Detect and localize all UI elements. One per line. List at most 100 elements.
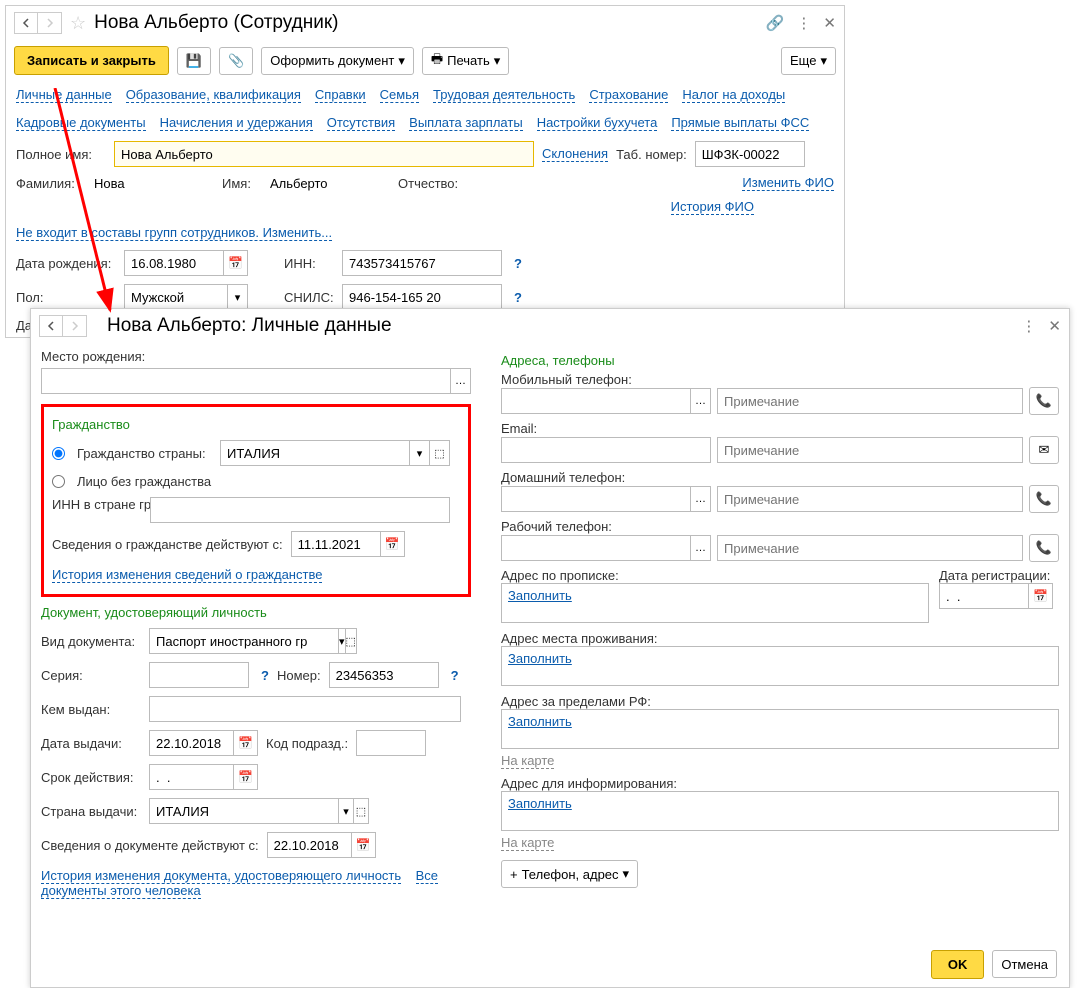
calendar-icon[interactable]: 📅 [352,832,376,858]
inn-foreign-input[interactable] [150,497,450,523]
ok-button[interactable]: OK [931,950,985,979]
attach-button[interactable]: 📎 [219,47,253,75]
open-icon[interactable]: ⬚ [346,628,357,654]
tab-education[interactable]: Образование, квалификация [126,87,301,103]
star-icon[interactable]: ☆ [70,13,86,34]
chevron-down-icon[interactable]: ▾ [339,798,354,824]
change-fio-link[interactable]: Изменить ФИО [742,175,834,191]
ellipsis-button[interactable]: … [691,388,711,414]
mobile-input[interactable] [501,388,691,414]
tab-work[interactable]: Трудовая деятельность [433,87,575,103]
back-button[interactable] [39,315,63,337]
close-icon[interactable]: ✕ [1048,317,1061,335]
open-icon[interactable]: ⬚ [430,440,450,466]
validity-input[interactable] [149,764,234,790]
help-icon[interactable]: ? [514,290,522,305]
phone-icon[interactable]: 📞 [1029,485,1059,513]
doctype-select[interactable] [149,628,339,654]
forward-button[interactable] [63,315,87,337]
addr-inform-box[interactable]: Заполнить [501,791,1059,831]
kebab-icon[interactable]: ⋮ [1021,317,1036,335]
kebab-icon[interactable]: ⋮ [796,14,811,32]
issued-by-input[interactable] [149,696,461,722]
snils-input[interactable] [342,284,502,310]
add-phone-button[interactable]: + Телефон, адрес ▾ [501,860,638,888]
tabnum-input[interactable] [695,141,805,167]
series-input[interactable] [149,662,249,688]
calendar-icon[interactable]: 📅 [234,764,258,790]
addr-reg-box[interactable]: Заполнить [501,583,929,623]
sex-select[interactable] [124,284,228,310]
save-close-button[interactable]: Записать и закрыть [14,46,169,75]
dob-input[interactable] [124,250,224,276]
reg-date-input[interactable] [939,583,1029,609]
save-button[interactable]: 💾 [177,47,211,75]
fullname-input[interactable] [114,141,534,167]
map-link[interactable]: На карте [501,835,554,851]
inn-input[interactable] [342,250,502,276]
dept-code-input[interactable] [356,730,426,756]
ellipsis-button[interactable]: … [691,486,711,512]
mail-icon[interactable]: ✉ [1029,436,1059,464]
back-button[interactable] [14,12,38,34]
tab-family[interactable]: Семья [380,87,419,103]
declension-link[interactable]: Склонения [542,146,608,162]
chevron-down-icon[interactable]: ▾ [410,440,430,466]
calendar-icon[interactable]: 📅 [1029,583,1053,609]
tab-tax[interactable]: Налог на доходы [682,87,785,103]
tab-fss[interactable]: Прямые выплаты ФСС [671,115,809,131]
doc-button[interactable]: Оформить документ ▾ [261,47,414,75]
tab-payroll[interactable]: Выплата зарплаты [409,115,523,131]
work-note[interactable] [717,535,1023,561]
tab-personal[interactable]: Личные данные [16,87,112,103]
citizenship-block: Гражданство Гражданство страны: ▾ ⬚ Лицо… [41,404,471,597]
tab-absence[interactable]: Отсутствия [327,115,395,131]
birthplace-input[interactable] [41,368,451,394]
doc-history-link[interactable]: История изменения документа, удостоверяю… [41,868,401,884]
calendar-icon[interactable]: 📅 [224,250,248,276]
mobile-label: Мобильный телефон: [501,372,1059,387]
forward-button[interactable] [38,12,62,34]
history-fio-link[interactable]: История ФИО [671,199,754,215]
phone-icon[interactable]: 📞 [1029,387,1059,415]
help-icon[interactable]: ? [451,668,459,683]
chevron-down-icon[interactable]: ▾ [228,284,248,310]
map-link[interactable]: На карте [501,753,554,769]
help-icon[interactable]: ? [261,668,269,683]
calendar-icon[interactable]: 📅 [234,730,258,756]
cancel-button[interactable]: Отмена [992,950,1057,978]
home-input[interactable] [501,486,691,512]
tab-acct[interactable]: Настройки бухучета [537,115,658,131]
issue-date-input[interactable] [149,730,234,756]
calendar-icon[interactable]: 📅 [381,531,405,557]
email-input[interactable] [501,437,711,463]
help-icon[interactable]: ? [514,256,522,271]
no-citizen-radio[interactable] [52,475,65,488]
doc-valid-input[interactable] [267,832,352,858]
mobile-note[interactable] [717,388,1023,414]
link-icon[interactable]: 🔗 [766,14,785,32]
more-button[interactable]: Еще ▾ [781,47,836,75]
ellipsis-button[interactable]: … [451,368,471,394]
work-input[interactable] [501,535,691,561]
phone-icon[interactable]: 📞 [1029,534,1059,562]
addr-live-box[interactable]: Заполнить [501,646,1059,686]
issue-country-select[interactable] [149,798,339,824]
home-note[interactable] [717,486,1023,512]
tab-refs[interactable]: Справки [315,87,366,103]
tab-accruals[interactable]: Начисления и удержания [160,115,313,131]
print-button[interactable]: 🖶 Печать ▾ [422,47,509,75]
email-note[interactable] [717,437,1023,463]
tab-hr-docs[interactable]: Кадровые документы [16,115,146,131]
ellipsis-button[interactable]: … [691,535,711,561]
open-icon[interactable]: ⬚ [354,798,369,824]
tab-insurance[interactable]: Страхование [589,87,668,103]
citizen-country-select[interactable] [220,440,410,466]
citizen-valid-input[interactable] [291,531,381,557]
citizen-history-link[interactable]: История изменения сведений о гражданстве [52,567,322,583]
number-input[interactable] [329,662,439,688]
citizen-country-radio[interactable] [52,447,65,460]
close-icon[interactable]: ✕ [823,14,836,32]
addr-abroad-box[interactable]: Заполнить [501,709,1059,749]
groups-link[interactable]: Не входит в составы групп сотрудников. И… [16,225,332,241]
